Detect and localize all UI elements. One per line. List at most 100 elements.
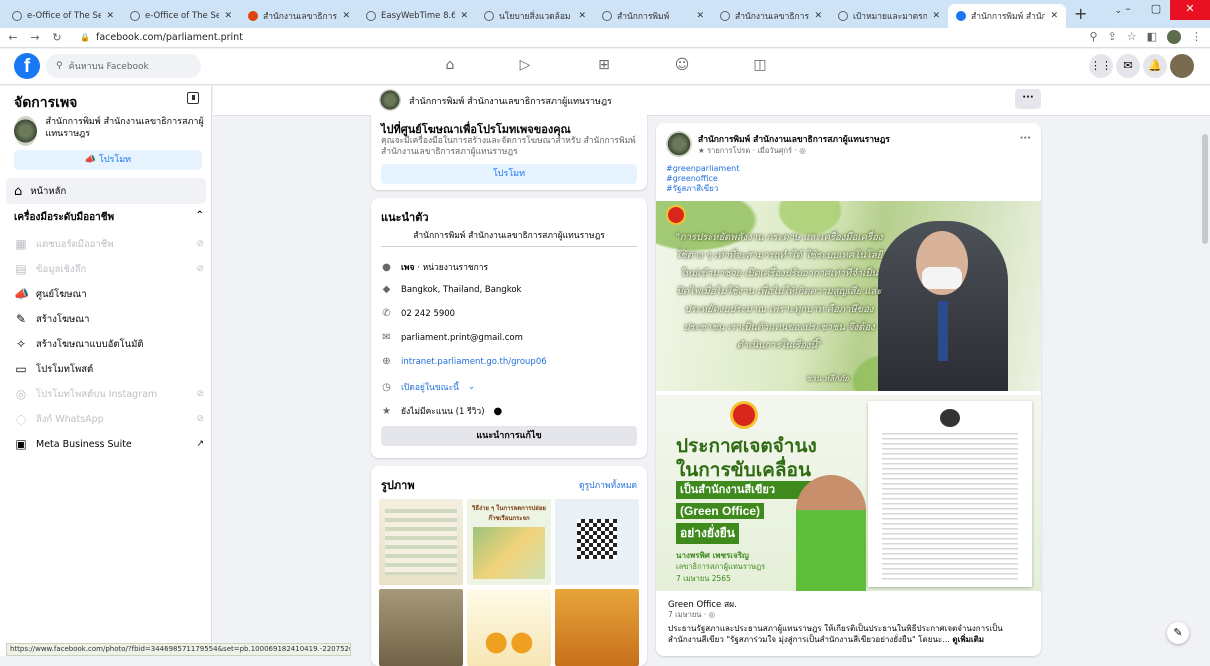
- messenger-icon[interactable]: ✉: [1116, 54, 1140, 78]
- intro-rating: ★ ยังไม่มีคะแนน (1 รีวิว) ●: [381, 404, 502, 418]
- photo-thumbnail[interactable]: [467, 589, 551, 666]
- website-link[interactable]: intranet.parliament.go.th/group06: [401, 357, 547, 367]
- hours-text: เปิดอยู่ในขณะนี้: [401, 383, 459, 393]
- facebook-logo-icon[interactable]: f: [14, 53, 40, 79]
- post-author-name[interactable]: สำนักการพิมพ์ สำนักงานเลขาธิการสภาผู้แทน…: [698, 132, 890, 146]
- sidebar-tool-item: ▤ ข้อมูลเชิงลึก ⊘: [14, 259, 204, 279]
- post-more-icon[interactable]: ···: [1020, 133, 1031, 144]
- post-poster-image[interactable]: ประกาศเจตจำนง ในการขับเคลื่อน เป็นสำนักง…: [656, 395, 1041, 591]
- intro-title: แนะนำตัว: [381, 211, 429, 224]
- sidebar-item-label: หน้าหลัก: [30, 185, 67, 197]
- email-text[interactable]: parliament.print@gmail.com: [401, 333, 523, 343]
- bookmark-star-icon[interactable]: ☆: [1127, 30, 1137, 44]
- close-tab-icon[interactable]: ✕: [696, 11, 704, 21]
- search-placeholder: ค้นหาบน Facebook: [68, 62, 149, 72]
- photo-thumbnail[interactable]: [379, 499, 463, 585]
- see-all-photos-link[interactable]: ดูรูปภาพทั้งหมด: [579, 478, 637, 492]
- see-more-link[interactable]: ดูเพิ่มเติม: [952, 635, 984, 644]
- browser-tab[interactable]: นโยบายสิ่งแวดล้อม ✕: [476, 4, 594, 28]
- tab-title: นโยบายสิ่งแวดล้อม: [499, 12, 571, 22]
- speaker-photo: [878, 221, 1008, 391]
- tool-icon: ◎: [15, 387, 27, 401]
- location-text[interactable]: Bangkok, Thailand, Bangkok: [401, 285, 521, 295]
- ad-center-promote-button[interactable]: โปรโมท: [381, 164, 637, 184]
- zoom-icon[interactable]: ⚲: [1089, 30, 1097, 44]
- close-tab-icon[interactable]: ✕: [932, 11, 940, 21]
- suggest-edits-button[interactable]: แนะนำการแก้ไข: [381, 426, 637, 446]
- photo-thumbnail[interactable]: [379, 589, 463, 666]
- browser-tab[interactable]: e-Office of The Secreta ✕: [122, 4, 240, 28]
- tab-favicon-icon: [602, 11, 612, 21]
- sidebar-tool-item[interactable]: ▣ Meta Business Suite ↗: [14, 434, 204, 454]
- reload-icon[interactable]: ↻: [48, 31, 66, 44]
- link-status-bar: https://www.facebook.com/photo/?fbid=344…: [6, 643, 351, 656]
- close-tab-icon[interactable]: ✕: [106, 11, 114, 21]
- gaming-nav-icon[interactable]: ◫: [750, 57, 770, 75]
- page-header-name[interactable]: สำนักการพิมพ์ สำนักงานเลขาธิการสภาผู้แทน…: [409, 94, 612, 108]
- maximize-icon[interactable]: ▢: [1142, 0, 1170, 20]
- photo-thumbnail[interactable]: [555, 499, 639, 585]
- back-icon[interactable]: ←: [4, 31, 22, 44]
- clock-icon: ◷: [382, 381, 391, 393]
- notifications-bell-icon[interactable]: 🔔: [1143, 54, 1167, 78]
- url-field[interactable]: facebook.com/parliament.print: [96, 32, 243, 43]
- browser-tab[interactable]: e-Office of The Secreta ✕: [4, 4, 122, 28]
- tool-icon: ▤: [15, 262, 27, 276]
- sidebar-item-home[interactable]: ⌂ หน้าหลัก: [6, 178, 206, 204]
- new-message-icon[interactable]: ✎: [1167, 622, 1189, 644]
- profile-avatar[interactable]: [1167, 30, 1181, 44]
- info-circle-icon[interactable]: ●: [494, 406, 503, 417]
- photo-thumbnail[interactable]: วิธีง่าย ๆ ในการลดการปล่อยก๊าซเรือนกระจก: [467, 499, 551, 585]
- side-panel-icon[interactable]: ◧: [1147, 30, 1157, 44]
- page-main-area: สำนักการพิมพ์ สำนักงานเลขาธิการสภาผู้แทน…: [213, 86, 1210, 666]
- marketplace-nav-icon[interactable]: ⊞: [594, 57, 614, 75]
- post-quote-image[interactable]: "การประหยัดพลังงาน กระดาษ และเครื่องมือเ…: [656, 201, 1041, 391]
- close-tab-icon[interactable]: ✕: [342, 11, 350, 21]
- sidebar-tool-item[interactable]: ✧ สร้างโฆษณาแบบอัตโนมัติ: [14, 334, 204, 354]
- groups-nav-icon[interactable]: ☺: [672, 57, 692, 75]
- promote-button[interactable]: 📣 โปรโมท: [14, 150, 202, 170]
- sidebar-tool-item[interactable]: ✎ สร้างโฆษณา: [14, 309, 204, 329]
- emblem-icon: [730, 401, 758, 429]
- browser-menu-icon[interactable]: ⋮: [1191, 30, 1202, 44]
- browser-tab[interactable]: สำนักการพิมพ์ สำนักงานเลขา ✕: [948, 4, 1066, 28]
- tab-title: e-Office of The Secreta: [145, 11, 220, 21]
- minimize-icon[interactable]: –: [1114, 0, 1142, 20]
- menu-grid-icon[interactable]: ⋮⋮: [1089, 54, 1113, 78]
- watch-nav-icon[interactable]: ▷: [515, 57, 535, 75]
- sidebar-tool-item[interactable]: 📣 ศูนย์โฆษณา: [14, 284, 204, 304]
- pro-tools-header[interactable]: เครื่องมือระดับมืออาชีพ ⌃: [14, 210, 204, 225]
- hashtag-link[interactable]: #รัฐสภาสีเขียว: [666, 184, 739, 194]
- more-options-button[interactable]: ···: [1015, 89, 1041, 109]
- close-tab-icon[interactable]: ✕: [578, 11, 586, 21]
- megaphone-icon: 📣: [84, 155, 97, 165]
- home-nav-icon[interactable]: ⌂: [440, 57, 460, 75]
- lock-icon[interactable]: 🔒: [80, 33, 90, 42]
- new-tab-icon[interactable]: +: [1074, 4, 1087, 23]
- facebook-top-bar: f ⚲ ค้นหาบน Facebook ⌂ ▷ ⊞ ☺ ◫ ⋮⋮ ✉ 🔔: [0, 49, 1210, 85]
- collapse-sidebar-icon[interactable]: [187, 92, 199, 104]
- close-tab-icon[interactable]: ✕: [1050, 11, 1058, 21]
- browser-tab[interactable]: เป้าหมายและมาตรการจัดการ ✕: [830, 4, 948, 28]
- browser-tab[interactable]: สำนักการพิมพ์ ✕: [594, 4, 712, 28]
- forward-icon[interactable]: →: [26, 31, 44, 44]
- hashtag-link[interactable]: #greenoffice: [666, 174, 739, 184]
- sidebar-page-identity[interactable]: สำนักการพิมพ์ สำนักงานเลขาธิการสภาผู้แทน…: [14, 116, 204, 146]
- share-icon[interactable]: ⇪: [1108, 30, 1117, 44]
- close-tab-icon[interactable]: ✕: [460, 11, 468, 21]
- sidebar-tool-item[interactable]: ▭ โปรโมทโพสต์: [14, 359, 204, 379]
- browser-tab[interactable]: EasyWebTime 8.6 ✕: [358, 4, 476, 28]
- hashtag-link[interactable]: #greenparliament: [666, 164, 739, 174]
- facebook-search-input[interactable]: ⚲ ค้นหาบน Facebook: [46, 54, 201, 78]
- close-window-icon[interactable]: ✕: [1170, 0, 1210, 20]
- close-tab-icon[interactable]: ✕: [814, 11, 822, 21]
- browser-tab[interactable]: สำนักงานเลขาธิการ ✕: [240, 4, 358, 28]
- photo-thumbnail[interactable]: [555, 589, 639, 666]
- intro-hours[interactable]: ◷ เปิดอยู่ในขณะนี้ ⌄: [381, 380, 475, 394]
- account-avatar[interactable]: [1170, 54, 1194, 78]
- close-tab-icon[interactable]: ✕: [224, 11, 232, 21]
- phone-icon: ✆: [382, 308, 391, 319]
- poster-date: 7 เมษายน 2565: [676, 574, 731, 583]
- page-scrollbar[interactable]: [1202, 134, 1208, 244]
- browser-tab[interactable]: สำนักงานเลขาธิการ ✕: [712, 4, 830, 28]
